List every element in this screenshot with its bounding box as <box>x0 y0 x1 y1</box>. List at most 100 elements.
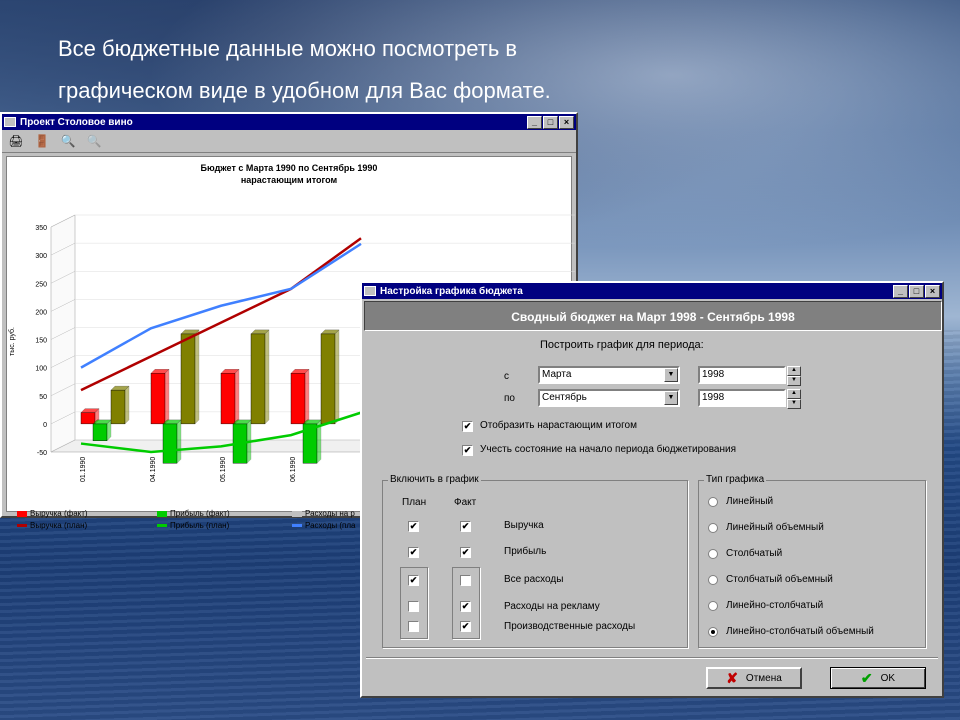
y-tick-label: 250 <box>35 281 47 288</box>
profit-label: Прибыль <box>504 546 547 557</box>
window-icon <box>364 286 376 296</box>
chart-series-line <box>80 242 362 369</box>
initial-state-checkbox[interactable]: ✔ <box>462 445 473 456</box>
profit-fact-checkbox[interactable]: ✔ <box>460 547 471 558</box>
chart-type-radio[interactable] <box>708 601 718 611</box>
chart-type-radio[interactable] <box>708 549 718 559</box>
y-tick-label: 0 <box>43 422 47 429</box>
chart-type-radio[interactable] <box>708 497 718 507</box>
y-tick-label: 150 <box>35 338 47 345</box>
production-expenses-plan-checkbox[interactable] <box>408 621 419 632</box>
ad-expenses-label: Расходы на рекламу <box>504 601 600 612</box>
zoom-out-icon[interactable]: 🔍 <box>86 133 102 149</box>
checkmark-icon: ✔ <box>860 669 873 686</box>
all-expenses-plan-checkbox[interactable]: ✔ <box>408 575 419 586</box>
y-tick-label: -50 <box>37 450 47 457</box>
all-expenses-fact-checkbox[interactable] <box>460 575 471 586</box>
chart-bar-side <box>164 368 170 425</box>
chart-bar <box>80 412 96 425</box>
x-tick-label: 01.1990 <box>80 457 87 482</box>
chart-bar <box>220 373 236 425</box>
legend-item: Прибыль (факт) <box>157 509 230 518</box>
legend-item: Расходы (пла <box>292 521 355 530</box>
revenue-fact-checkbox[interactable]: ✔ <box>460 521 471 532</box>
dialog-titlebar[interactable]: Настройка графика бюджета _ □ × <box>362 283 942 299</box>
minimize-button[interactable]: _ <box>527 115 542 129</box>
chart-bar <box>250 333 266 425</box>
legend-item: Выручка (план) <box>17 521 87 530</box>
chart-type-radio[interactable] <box>708 575 718 585</box>
slide-line-1: Все бюджетные данные можно посмотреть в <box>58 36 518 61</box>
chart-bar-side <box>194 329 200 425</box>
divider <box>366 657 938 659</box>
period-label: Построить график для периода: <box>540 339 704 351</box>
chart-type-label: Линейно-столбчатый объемный <box>726 626 874 637</box>
chart-bar-side <box>234 368 240 425</box>
cancel-button[interactable]: ✘ Отмена <box>706 667 802 689</box>
legend-item: Выручка (факт) <box>17 509 88 518</box>
chart-window-title: Проект Столовое вино <box>20 116 133 128</box>
minimize-button[interactable]: _ <box>893 284 908 298</box>
legend-item: Расходы на р <box>292 509 355 518</box>
dialog-banner: Сводный бюджет на Март 1998 - Сентябрь 1… <box>364 301 942 331</box>
from-year-input[interactable]: 1998 <box>698 366 786 384</box>
chart-type-label: Линейный объемный <box>726 522 824 533</box>
x-tick-label: 06.1990 <box>290 457 297 482</box>
chart-bar <box>150 373 166 425</box>
revenue-label: Выручка <box>504 520 544 531</box>
cumulative-label: Отобразить нарастающим итогом <box>480 420 637 431</box>
chart-type-label: Линейный <box>726 496 774 507</box>
maximize-button[interactable]: □ <box>909 284 924 298</box>
plan-header: План <box>402 497 427 508</box>
production-expenses-label: Производственные расходы <box>504 621 636 632</box>
door-icon[interactable]: 🚪 <box>34 133 50 149</box>
y-tick-label: 200 <box>35 309 47 316</box>
chart-bar <box>162 423 178 464</box>
chart-bar-side <box>264 329 270 425</box>
chart-toolbar: 🖨 🚪 🔍 🔍 <box>2 130 576 153</box>
ad-expenses-plan-checkbox[interactable] <box>408 601 419 612</box>
to-label: по <box>504 393 515 404</box>
fact-header: Факт <box>454 497 477 508</box>
print-icon[interactable]: 🖨 <box>8 133 24 149</box>
slide-text: Все бюджетные данные можно посмотреть в … <box>58 28 551 112</box>
zoom-in-icon[interactable]: 🔍 <box>60 133 76 149</box>
include-group-label: Включить в график <box>388 474 481 485</box>
chevron-down-icon[interactable]: ▼ <box>664 391 678 405</box>
chart-type-radio[interactable] <box>708 523 718 533</box>
dialog-title: Настройка графика бюджета <box>380 285 523 297</box>
chart-bar <box>110 389 126 425</box>
chart-bar-side <box>124 385 130 425</box>
all-expenses-label: Все расходы <box>504 574 564 585</box>
initial-state-label: Учесть состояние на начало периода бюдже… <box>480 444 737 455</box>
x-tick-label: 04.1990 <box>150 457 157 482</box>
close-button[interactable]: × <box>925 284 940 298</box>
revenue-plan-checkbox[interactable]: ✔ <box>408 521 419 532</box>
profit-plan-checkbox[interactable]: ✔ <box>408 547 419 558</box>
close-button[interactable]: × <box>559 115 574 129</box>
to-month-select[interactable]: Сентябрь ▼ <box>538 389 680 407</box>
chart-bar-side <box>176 419 182 464</box>
x-tick-label: 05.1990 <box>220 457 227 482</box>
chart-type-group-label: Тип графика <box>704 474 767 485</box>
from-month-select[interactable]: Марта ▼ <box>538 366 680 384</box>
chart-type-label: Столбчатый <box>726 548 783 559</box>
to-year-spinner[interactable]: ▲ ▼ <box>787 389 801 409</box>
chart-type-radio[interactable] <box>708 627 718 637</box>
to-year-input[interactable]: 1998 <box>698 389 786 407</box>
ad-expenses-fact-checkbox[interactable]: ✔ <box>460 601 471 612</box>
production-expenses-fact-checkbox[interactable]: ✔ <box>460 621 471 632</box>
chevron-down-icon[interactable]: ▼ <box>664 368 678 382</box>
y-tick-label: 100 <box>35 366 47 373</box>
chart-bar <box>92 423 108 441</box>
chart-window-titlebar[interactable]: Проект Столовое вино _ □ × <box>2 114 576 130</box>
chart-bar-side <box>334 329 340 425</box>
chart-bar <box>290 373 306 425</box>
from-label: с <box>504 371 509 382</box>
legend-item: Прибыль (план) <box>157 521 229 530</box>
maximize-button[interactable]: □ <box>543 115 558 129</box>
cumulative-checkbox[interactable]: ✔ <box>462 421 473 432</box>
chart-series-line <box>80 237 362 392</box>
from-year-spinner[interactable]: ▲ ▼ <box>787 366 801 386</box>
ok-button[interactable]: ✔ OK <box>830 667 926 689</box>
